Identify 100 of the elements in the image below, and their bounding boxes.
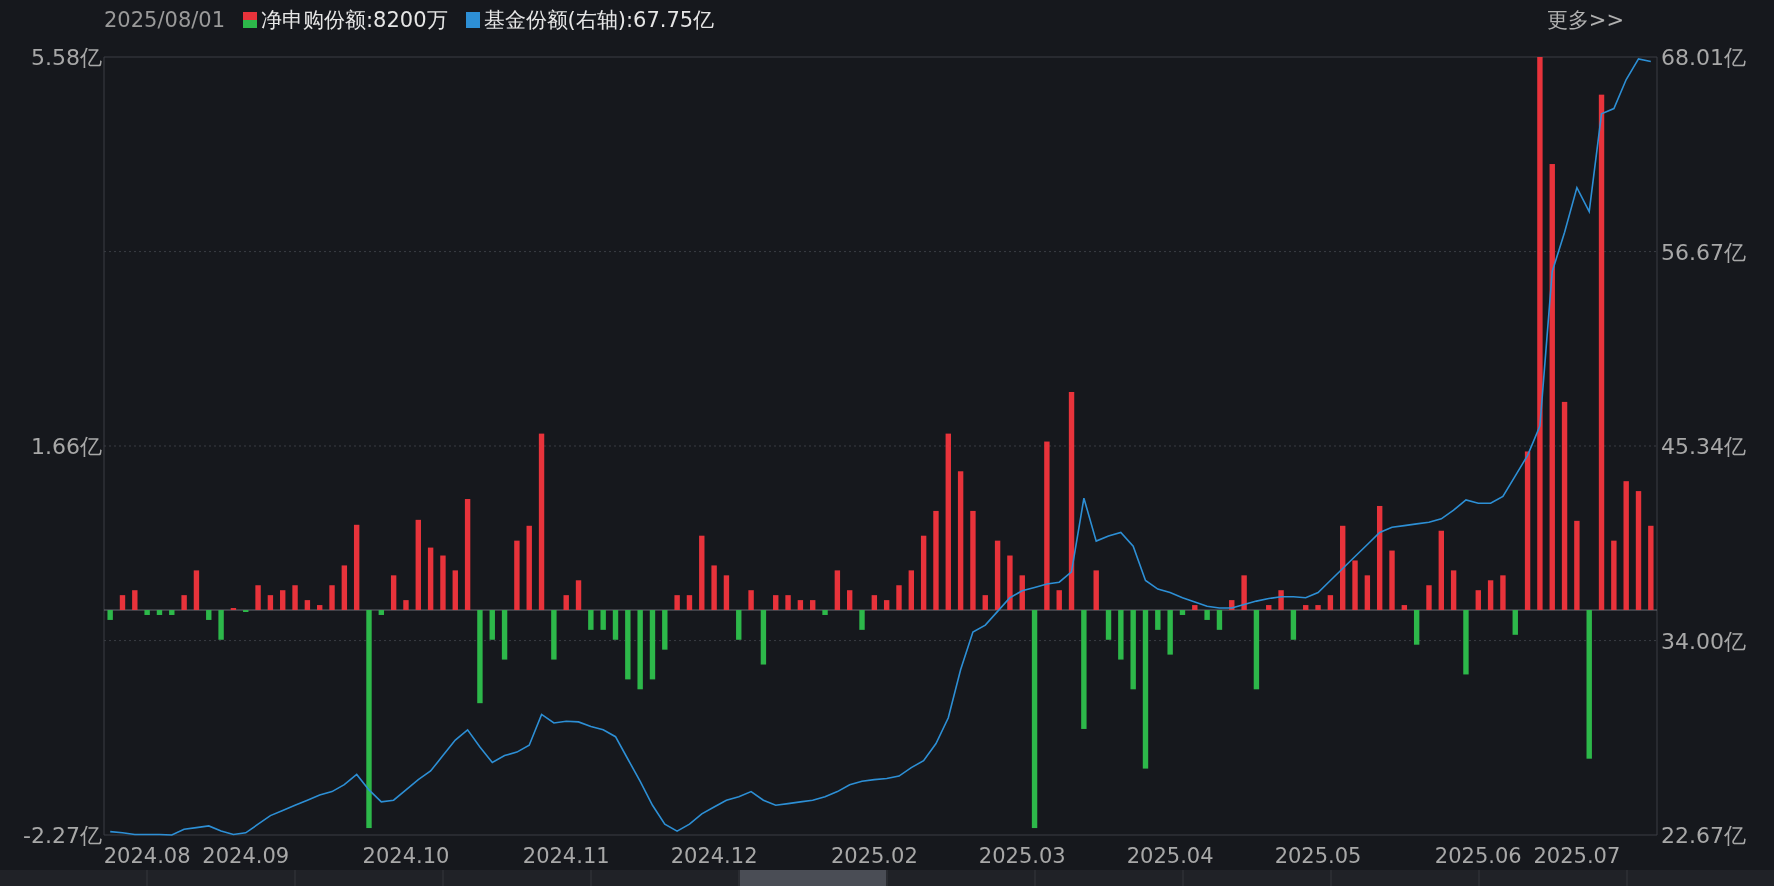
legend-label: 基金份额(右轴):67.75亿: [483, 7, 715, 34]
axis-label: 2025.06: [1434, 844, 1522, 868]
bar: [1315, 605, 1321, 610]
bar: [255, 585, 261, 610]
bar: [514, 540, 520, 610]
bar: [1241, 575, 1247, 610]
bar: [711, 565, 717, 610]
bar: [169, 610, 175, 615]
bar: [686, 595, 693, 610]
bar: [1611, 540, 1617, 610]
axis-label: 22.67亿: [1661, 823, 1746, 848]
axis-label: 56.67亿: [1661, 239, 1746, 265]
bar: [181, 595, 187, 610]
bar: [871, 595, 878, 610]
bar: [267, 595, 274, 610]
bar: [551, 610, 557, 660]
bar: [1093, 570, 1099, 610]
bar: [501, 610, 508, 660]
bar: [822, 610, 828, 615]
bar: [1352, 560, 1358, 610]
bar: [206, 610, 212, 620]
bar: [1426, 585, 1432, 610]
bar: [1192, 605, 1198, 610]
bar: [119, 595, 126, 610]
bar: [489, 610, 495, 640]
bar: [908, 570, 914, 610]
axis-label: 2024.08: [103, 844, 191, 868]
bar: [1500, 575, 1506, 610]
bar: [1475, 590, 1481, 610]
bar: [896, 585, 902, 610]
bar: [1303, 605, 1309, 610]
bar: [107, 610, 113, 620]
bar: [834, 570, 841, 610]
bar: [649, 610, 656, 680]
scrollbar-drawing[interactable]: [0, 870, 1774, 886]
bar: [847, 590, 853, 610]
bar: [625, 610, 631, 680]
bar: [329, 585, 335, 610]
bar: [810, 600, 816, 610]
bar: [280, 590, 286, 610]
bar: [390, 575, 397, 610]
bar: [612, 610, 619, 640]
axis-label: 2025.07: [1533, 844, 1621, 868]
bar: [156, 610, 163, 615]
bar: [304, 600, 311, 610]
legend-label: 净申购份额:8200万: [261, 7, 448, 34]
axis-label: 2025.05: [1274, 844, 1362, 868]
bar: [1401, 605, 1408, 610]
bar: [1118, 610, 1124, 660]
bar: [1056, 590, 1062, 610]
axis-label: 68.01亿: [1661, 45, 1746, 70]
axis-label: 2024.12: [670, 844, 758, 868]
bar: [1290, 610, 1297, 640]
bar: [1155, 610, 1161, 630]
bar: [785, 595, 791, 610]
bar: [378, 610, 384, 615]
bar: [1179, 610, 1186, 615]
bar: [132, 590, 138, 610]
bar: [1327, 595, 1334, 610]
axis-label: 2025.03: [978, 844, 1066, 868]
more-link[interactable]: 更多>>: [1546, 6, 1624, 34]
bar: [563, 595, 569, 610]
bar: [588, 610, 594, 630]
bar: [859, 610, 865, 630]
axis-label: 1.66亿: [31, 433, 102, 459]
axis-label: 2025.02: [830, 844, 918, 868]
bar: [218, 610, 224, 640]
bar: [1487, 580, 1494, 610]
bar: [1167, 610, 1173, 655]
bar: [341, 565, 348, 610]
bar: [575, 580, 582, 610]
axis-label: 45.34亿: [1661, 434, 1746, 459]
bar: [1512, 610, 1518, 635]
bar: [1007, 555, 1013, 610]
bar: [1266, 605, 1272, 610]
bar: [982, 595, 988, 610]
bar: [193, 570, 200, 610]
bar: [600, 610, 606, 630]
bar: [1278, 590, 1284, 610]
bar: [452, 570, 458, 610]
axis-label: 5.58亿: [31, 45, 102, 70]
bar: [883, 600, 890, 610]
axis-label: 2025.04: [1126, 844, 1214, 868]
bar: [1229, 600, 1235, 610]
bar: [1450, 570, 1457, 610]
date-label: 2025/08/01: [104, 8, 226, 32]
axis-label: -2.27亿: [23, 823, 102, 848]
bar: [994, 540, 1001, 610]
bar: [1413, 610, 1420, 645]
bar: [674, 595, 680, 610]
bar: [736, 610, 742, 640]
bar: [292, 585, 298, 610]
bar: [144, 610, 150, 615]
bar: [1216, 610, 1223, 630]
bar: [748, 590, 754, 610]
bar: [440, 555, 446, 610]
axis-label: 34.00亿: [1661, 628, 1746, 654]
bar: [1389, 550, 1395, 610]
bar: [403, 600, 409, 610]
axis-label: 2024.09: [202, 844, 290, 868]
